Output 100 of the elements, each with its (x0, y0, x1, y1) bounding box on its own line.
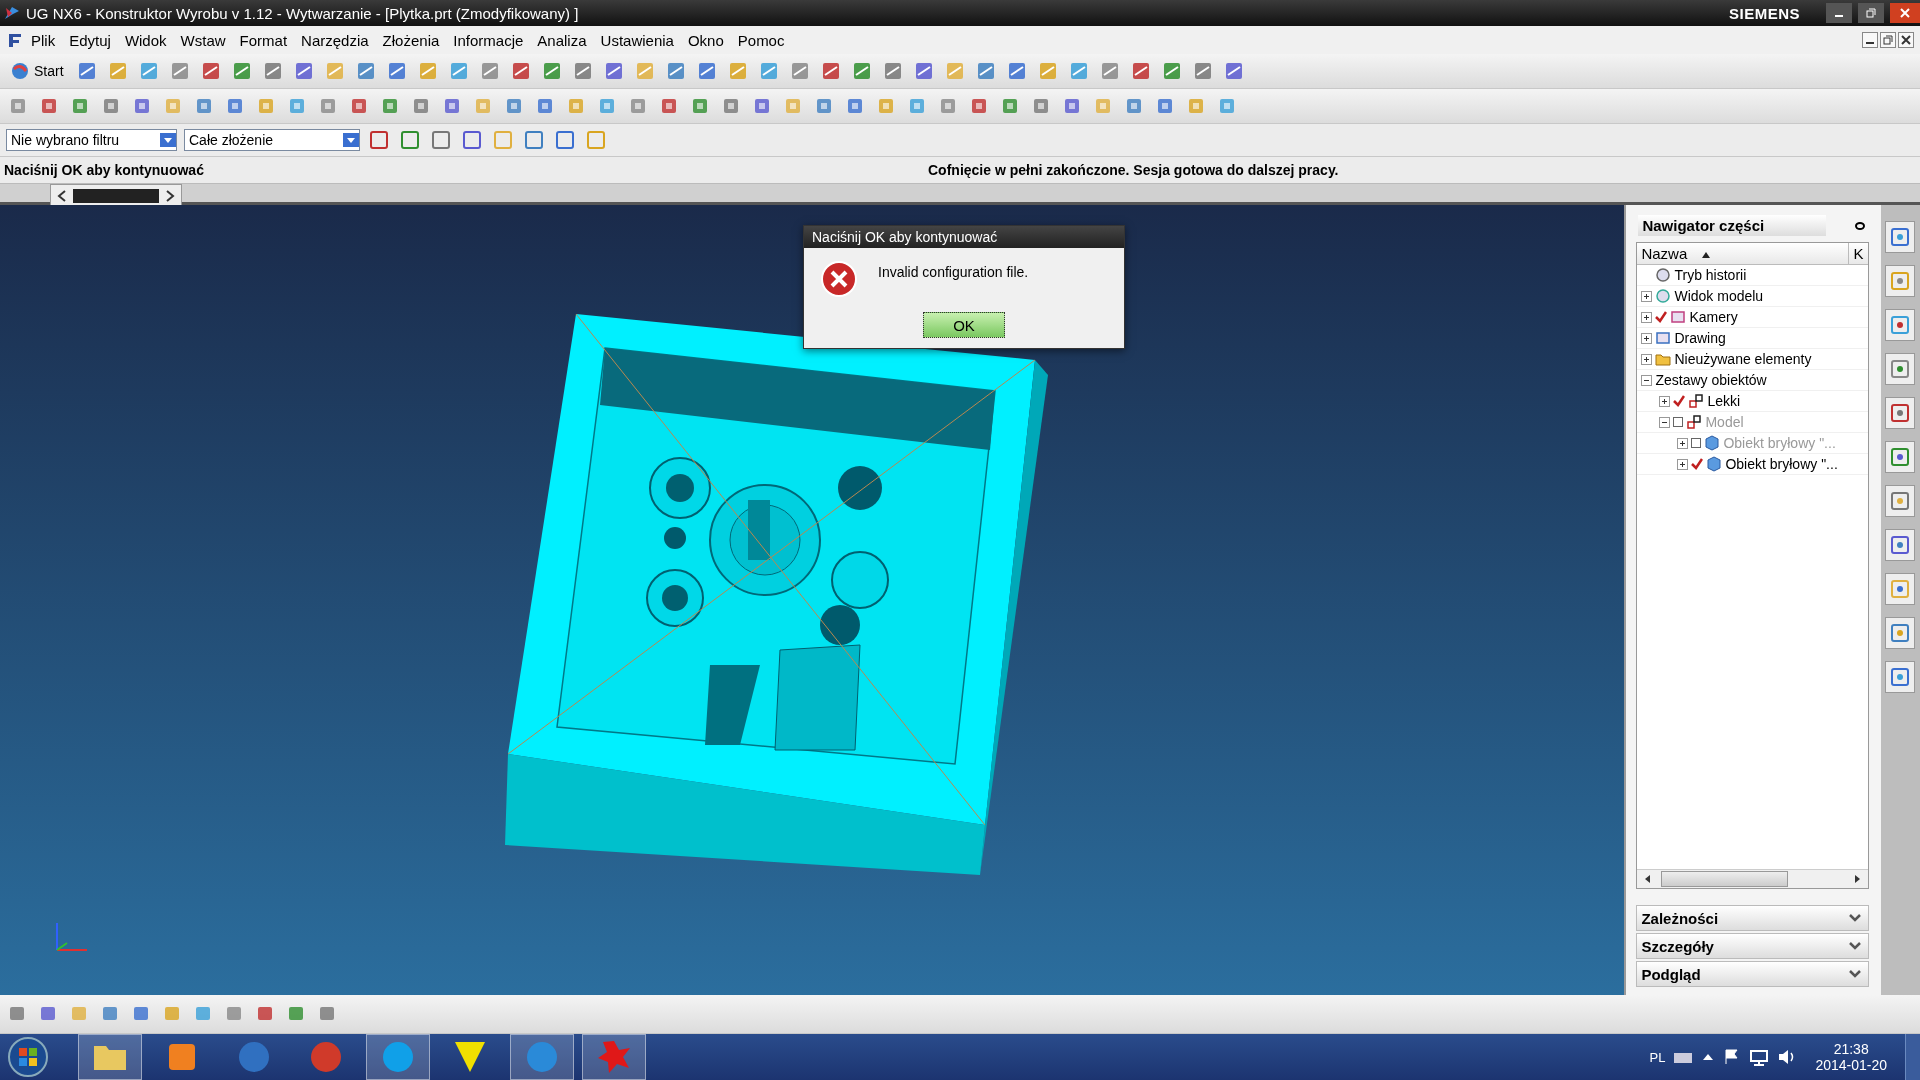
resource-tab[interactable] (1885, 441, 1916, 473)
window-title: UG NX6 - Konstruktor Wyrobu v 1.12 - Wytwarzanie - [Plytka.prt (Zmodyfikowany) ] (26, 4, 580, 22)
tool-icon (1889, 358, 1912, 380)
resource-tab[interactable] (1885, 397, 1916, 429)
tree-item[interactable]: Drawing (1674, 330, 1726, 346)
tree-item[interactable]: Obiekt bryłowy "... (1725, 456, 1838, 472)
menu-item[interactable]: Pomoc (730, 31, 792, 49)
collapsed-section-header[interactable]: Zależności (1636, 905, 1869, 931)
resource-tab[interactable] (1885, 309, 1916, 341)
tool-icon (1889, 314, 1912, 336)
camera-icon (1670, 309, 1687, 325)
expander-icon[interactable] (1677, 458, 1689, 470)
menu-item[interactable]: Złożenia (375, 31, 447, 49)
tool-icon[interactable] (367, 128, 391, 152)
tool-icon[interactable] (460, 128, 484, 152)
ok-button[interactable]: OK (923, 312, 1005, 338)
collapsed-section-header[interactable]: Szczegóły (1636, 933, 1869, 959)
clock[interactable]: 21:38 2014-01-20 (1805, 1041, 1897, 1073)
start-orb-icon[interactable] (6, 1035, 50, 1079)
sheet-icon (1655, 330, 1672, 346)
tool-icon[interactable] (398, 128, 422, 152)
tool-icon (1889, 270, 1912, 292)
menu-item[interactable]: Plik (24, 31, 63, 49)
tool-icon (1889, 534, 1912, 556)
tree-item[interactable]: Tryb historii (1674, 267, 1747, 283)
checkmark-icon[interactable] (1673, 395, 1686, 407)
tree-item[interactable]: Kamery (1689, 309, 1738, 325)
resource-tab[interactable] (1885, 661, 1916, 693)
chevron-down-icon (1847, 941, 1862, 951)
horizontal-scrollbar[interactable] (1637, 869, 1868, 888)
start-button[interactable]: Start (6, 59, 68, 83)
square-pair-icon (1688, 393, 1705, 409)
menu-item[interactable]: Format (232, 31, 295, 49)
tree-item[interactable]: Widok modelu (1674, 288, 1764, 304)
horizontal-scrollbar[interactable] (50, 184, 182, 208)
cube-icon (1704, 435, 1721, 451)
tree-item[interactable]: Zestawy obiektów (1655, 372, 1767, 388)
resource-tab[interactable] (1885, 265, 1916, 297)
language-indicator[interactable]: PL (1649, 1049, 1666, 1065)
tool-icon[interactable] (553, 128, 577, 152)
checkmark-icon[interactable] (1691, 458, 1704, 470)
tool-icon (1889, 490, 1912, 512)
expander-icon[interactable] (1641, 290, 1653, 302)
resource-tab[interactable] (1885, 573, 1916, 605)
checkbox[interactable] (1691, 438, 1702, 448)
navigator-title: Nawigator części (1638, 215, 1827, 236)
menu-item[interactable]: Analiza (530, 31, 594, 49)
taskbar-app-button[interactable] (78, 1034, 142, 1080)
menu-item[interactable]: Ustawienia (593, 31, 681, 49)
column-header[interactable]: Nazwa (1637, 243, 1850, 264)
resource-tab[interactable] (1885, 529, 1916, 561)
caret-up-icon[interactable] (1701, 1052, 1716, 1062)
tree-item[interactable]: Lekki (1707, 393, 1741, 409)
resource-tab[interactable] (1885, 221, 1916, 253)
checkmark-icon[interactable] (1655, 311, 1668, 323)
resource-tab[interactable] (1885, 353, 1916, 385)
expander-icon[interactable] (1659, 395, 1671, 407)
3d-viewport[interactable]: Naciśnij OK aby kontynuować Invalid configuration file. OK (0, 205, 1625, 995)
filter-dropdown[interactable]: Nie wybrano filtru (6, 129, 177, 151)
tool-icon (1889, 578, 1912, 600)
dialog-message: Invalid configuration file. (878, 264, 1029, 280)
minimize-button[interactable] (1826, 3, 1852, 23)
square-pair-icon (1686, 414, 1703, 430)
clock-time: 21:38 (1833, 1041, 1869, 1057)
menu-item[interactable]: Narzędzia (294, 31, 376, 49)
bird-logo-icon (4, 5, 20, 21)
menu-item[interactable]: Edytuj (62, 31, 118, 49)
show-desktop-button[interactable] (1905, 1034, 1920, 1080)
column-header[interactable]: K (1849, 243, 1868, 264)
dialog-title: Naciśnij OK aby kontynuować (804, 226, 1124, 248)
menu-item[interactable]: Wstaw (173, 31, 233, 49)
menu-item[interactable]: Widok (117, 31, 174, 49)
document-minimize-button[interactable] (1862, 32, 1878, 48)
expander-icon[interactable] (1641, 353, 1653, 365)
status-prompt: Naciśnij OK aby kontynuować (3, 162, 205, 178)
menu-item[interactable]: Informacje (446, 31, 531, 49)
expander-icon[interactable] (1641, 332, 1653, 344)
tool-icon[interactable] (429, 128, 453, 152)
brand-label: SIEMENS (1729, 4, 1800, 22)
restore-button[interactable] (1858, 3, 1884, 23)
resource-tab[interactable] (1885, 617, 1916, 649)
menu-item[interactable]: Okno (680, 31, 731, 49)
tool-icon[interactable] (522, 128, 546, 152)
network-icon[interactable] (1749, 1048, 1770, 1066)
expander-icon[interactable] (1641, 374, 1653, 386)
document-close-button[interactable] (1898, 32, 1914, 48)
expander-icon[interactable] (1641, 311, 1653, 323)
tool-icon (1889, 666, 1912, 688)
clock-icon (1655, 267, 1672, 283)
close-button[interactable] (1890, 3, 1920, 23)
scope-dropdown[interactable]: Całe złożenie (184, 129, 360, 151)
sort-ascending-icon (1701, 251, 1712, 259)
expander-icon[interactable] (1677, 437, 1689, 449)
checkbox[interactable] (1673, 417, 1684, 427)
resource-tab[interactable] (1885, 485, 1916, 517)
expander-icon[interactable] (1659, 416, 1671, 428)
tree-item[interactable]: Nieużywane elementy (1674, 351, 1812, 367)
cube-icon (1706, 456, 1723, 472)
app-menu-icon[interactable] (6, 31, 24, 49)
collapsed-section-header[interactable]: Podgląd (1636, 961, 1869, 987)
